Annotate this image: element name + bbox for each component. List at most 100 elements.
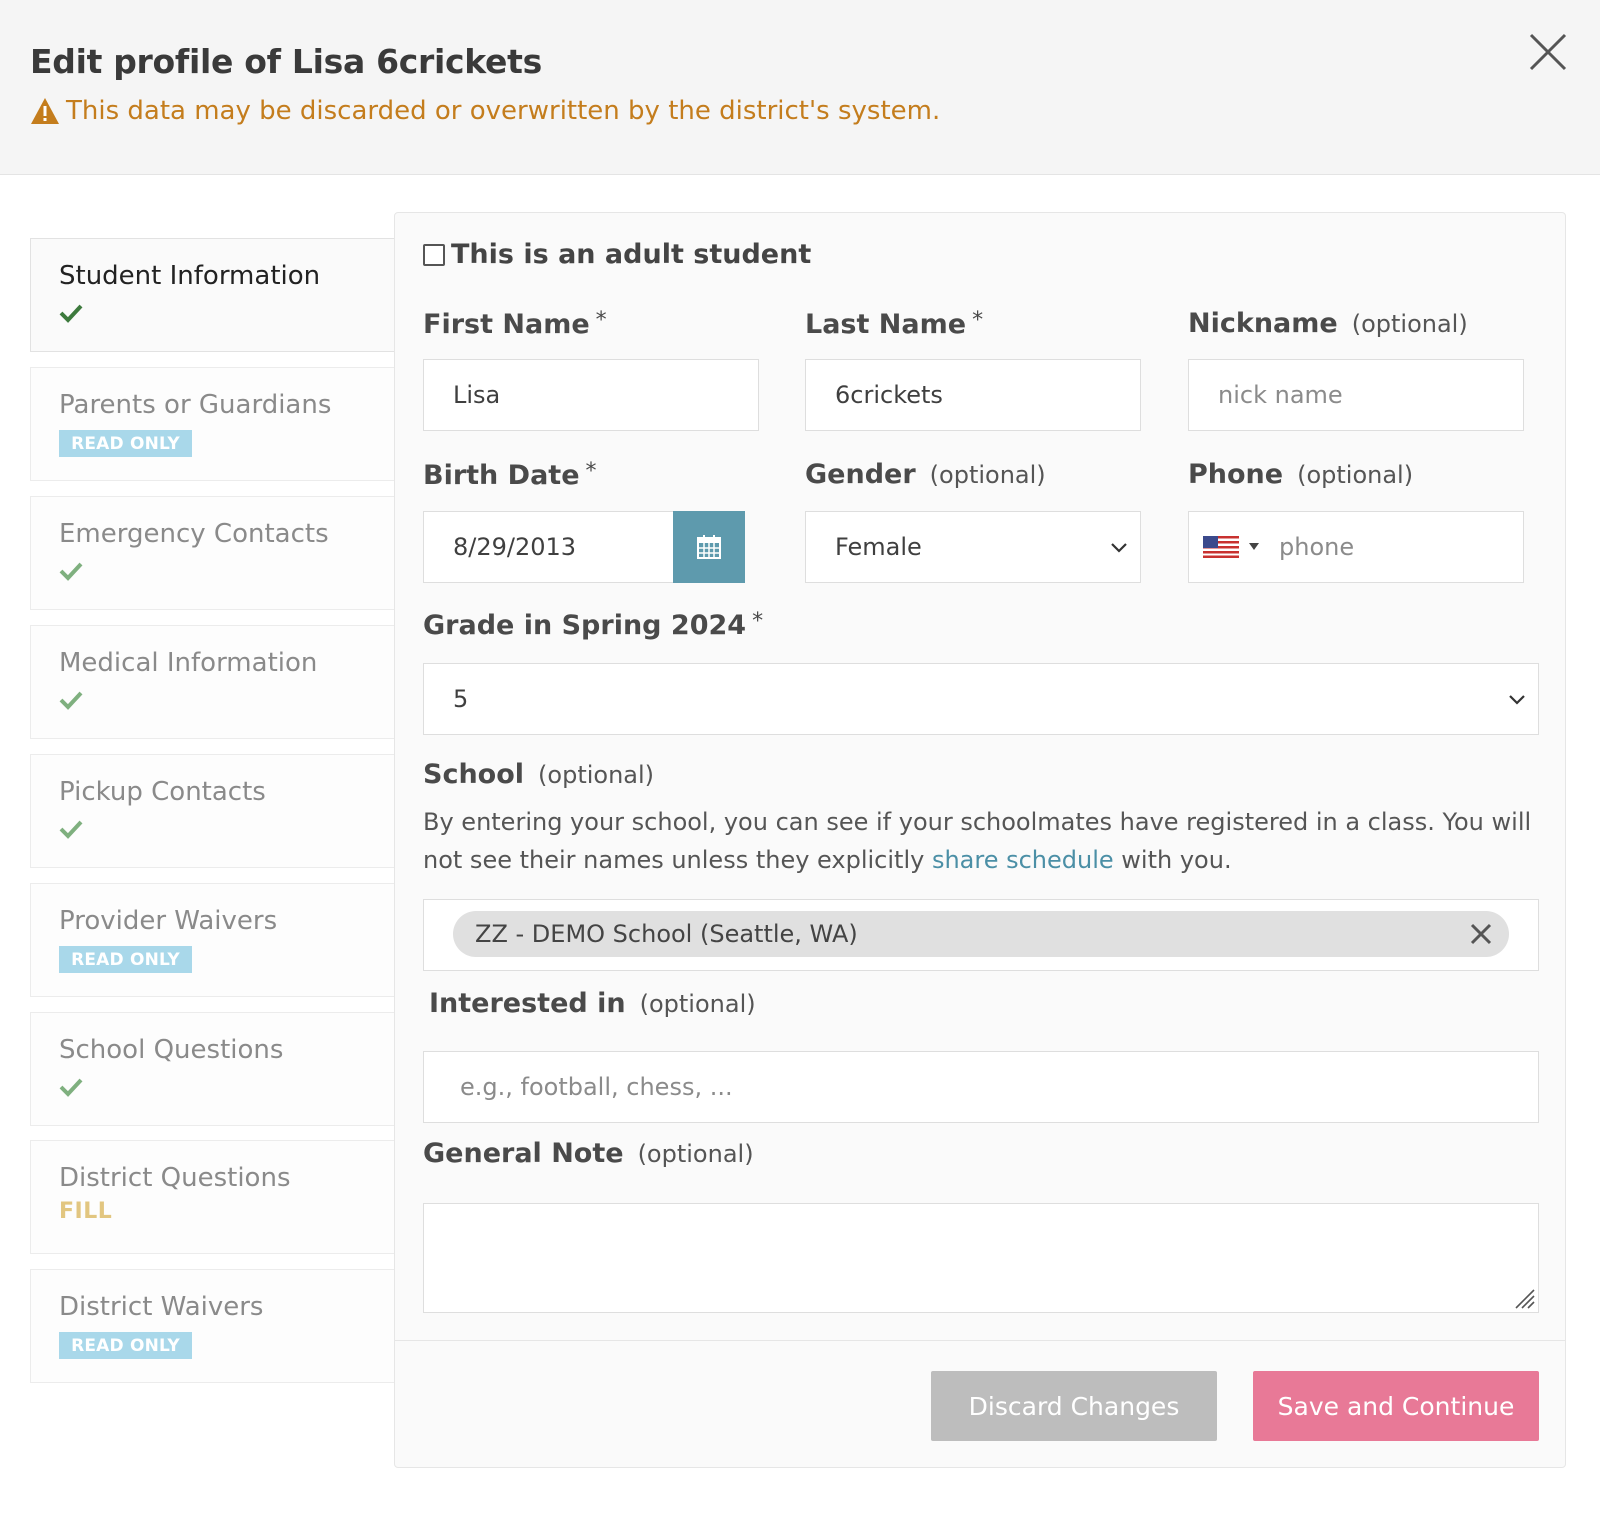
warning-text: This data may be discarded or overwritte… <box>66 96 941 126</box>
general-note-label: General Note (optional) <box>423 1138 754 1169</box>
gender-label: Gender (optional) <box>805 459 1046 490</box>
school-label-text: School <box>423 759 525 790</box>
last-name-value: 6crickets <box>835 381 943 409</box>
school-help-text: By entering your school, you can see if … <box>423 803 1543 879</box>
resize-handle-icon[interactable] <box>1512 1286 1536 1310</box>
optional-marker: (optional) <box>929 461 1046 489</box>
phone-input[interactable]: phone <box>1188 511 1524 583</box>
sidebar-item-district-waivers[interactable]: District Waivers READ ONLY <box>30 1269 395 1383</box>
read-only-badge: READ ONLY <box>59 430 192 457</box>
gender-value: Female <box>835 533 922 561</box>
birth-date-input[interactable]: 8/29/2013 <box>423 511 674 583</box>
sidebar-item-parents-or-guardians[interactable]: Parents or Guardians READ ONLY <box>30 367 395 481</box>
chevron-down-icon <box>1509 695 1525 705</box>
grade-value: 5 <box>453 685 469 713</box>
discard-changes-button[interactable]: Discard Changes <box>931 1371 1217 1441</box>
required-marker: * <box>752 609 764 634</box>
warning-message: This data may be discarded or overwritte… <box>30 96 940 126</box>
general-note-textarea[interactable] <box>423 1203 1539 1313</box>
nickname-placeholder: nick name <box>1218 381 1343 409</box>
optional-marker: (optional) <box>538 761 655 789</box>
checkmark-icon <box>59 304 83 323</box>
nickname-input[interactable]: nick name <box>1188 359 1524 431</box>
nickname-label: Nickname (optional) <box>1188 308 1468 339</box>
sidebar-item-label: School Questions <box>59 1035 284 1065</box>
sidebar-item-pickup-contacts[interactable]: Pickup Contacts <box>30 754 395 868</box>
optional-marker: (optional) <box>639 990 756 1018</box>
general-note-label-text: General Note <box>423 1138 624 1169</box>
calendar-icon <box>697 535 721 559</box>
chevron-down-icon <box>1111 543 1127 553</box>
required-marker: * <box>972 308 984 333</box>
gender-select[interactable]: Female <box>805 511 1141 583</box>
share-schedule-link[interactable]: share schedule <box>932 846 1114 874</box>
country-code-select[interactable] <box>1203 536 1259 558</box>
sidebar-item-label: Emergency Contacts <box>59 519 329 549</box>
interested-label: Interested in (optional) <box>429 988 756 1019</box>
first-name-label: First Name * <box>423 308 607 340</box>
last-name-label: Last Name * <box>805 308 983 340</box>
sidebar-item-label: District Waivers <box>59 1292 264 1322</box>
interested-placeholder: e.g., football, chess, ... <box>460 1073 733 1101</box>
sidebar-item-label: District Questions <box>59 1163 291 1193</box>
checkmark-icon <box>59 562 83 581</box>
optional-marker: (optional) <box>1297 461 1414 489</box>
read-only-badge: READ ONLY <box>59 1332 192 1359</box>
sidebar-item-label: Medical Information <box>59 648 318 678</box>
first-name-input[interactable]: Lisa <box>423 359 759 431</box>
calendar-button[interactable] <box>673 511 745 583</box>
save-and-continue-button[interactable]: Save and Continue <box>1253 1371 1539 1441</box>
grade-label: Grade in Spring 2024 * <box>423 609 763 641</box>
interested-input[interactable]: e.g., football, chess, ... <box>423 1051 1539 1123</box>
phone-label-text: Phone <box>1188 459 1284 490</box>
birth-date-label-text: Birth Date <box>423 460 580 491</box>
adult-student-toggle[interactable]: This is an adult student <box>423 239 811 270</box>
selected-school-text: ZZ - DEMO School (Seattle, WA) <box>475 920 858 948</box>
optional-marker: (optional) <box>637 1140 754 1168</box>
sidebar-item-student-information[interactable]: Student Information <box>30 238 395 352</box>
adult-student-checkbox[interactable] <box>423 243 445 266</box>
required-marker: * <box>585 459 597 484</box>
selected-school-chip: ZZ - DEMO School (Seattle, WA) <box>453 911 1509 957</box>
sidebar-item-medical-information[interactable]: Medical Information <box>30 625 395 739</box>
checkmark-icon <box>59 820 83 839</box>
fill-badge: FILL <box>59 1199 113 1224</box>
phone-placeholder: phone <box>1279 533 1355 561</box>
footer-divider <box>395 1340 1565 1341</box>
sidebar-item-provider-waivers[interactable]: Provider Waivers READ ONLY <box>30 883 395 997</box>
school-help-after: with you. <box>1113 846 1232 874</box>
caret-down-icon <box>1249 543 1259 550</box>
optional-marker: (optional) <box>1351 310 1468 338</box>
checkmark-icon <box>59 1078 83 1097</box>
first-name-value: Lisa <box>453 381 501 409</box>
gender-label-text: Gender <box>805 459 916 490</box>
checkmark-icon <box>59 691 83 710</box>
close-icon <box>1529 33 1567 71</box>
sidebar-item-label: Student Information <box>59 261 321 291</box>
school-label: School (optional) <box>423 759 654 790</box>
sidebar-item-label: Parents or Guardians <box>59 390 332 420</box>
us-flag-icon <box>1203 536 1239 558</box>
required-marker: * <box>595 308 607 333</box>
modal-header: Edit profile of Lisa 6crickets This data… <box>0 0 1600 175</box>
last-name-label-text: Last Name <box>805 309 967 340</box>
grade-label-text: Grade in Spring 2024 <box>423 610 747 641</box>
interested-label-text: Interested in <box>429 988 626 1019</box>
close-button[interactable] <box>1528 32 1568 72</box>
sidebar-item-emergency-contacts[interactable]: Emergency Contacts <box>30 496 395 610</box>
read-only-badge: READ ONLY <box>59 946 192 973</box>
birth-date-label: Birth Date * <box>423 459 597 491</box>
phone-label: Phone (optional) <box>1188 459 1413 490</box>
sidebar-item-district-questions[interactable]: District Questions FILL <box>30 1140 395 1254</box>
sidebar-item-label: Provider Waivers <box>59 906 278 936</box>
page-title: Edit profile of Lisa 6crickets <box>30 42 542 81</box>
student-info-form: This is an adult student First Name * Lis… <box>394 212 1566 1468</box>
nickname-label-text: Nickname <box>1188 308 1338 339</box>
grade-select[interactable]: 5 <box>423 663 1539 735</box>
remove-icon[interactable] <box>1469 922 1493 946</box>
sidebar-item-label: Pickup Contacts <box>59 777 266 807</box>
adult-student-label: This is an adult student <box>451 239 812 270</box>
sidebar-item-school-questions[interactable]: School Questions <box>30 1012 395 1126</box>
last-name-input[interactable]: 6crickets <box>805 359 1141 431</box>
warning-triangle-icon <box>31 98 59 124</box>
